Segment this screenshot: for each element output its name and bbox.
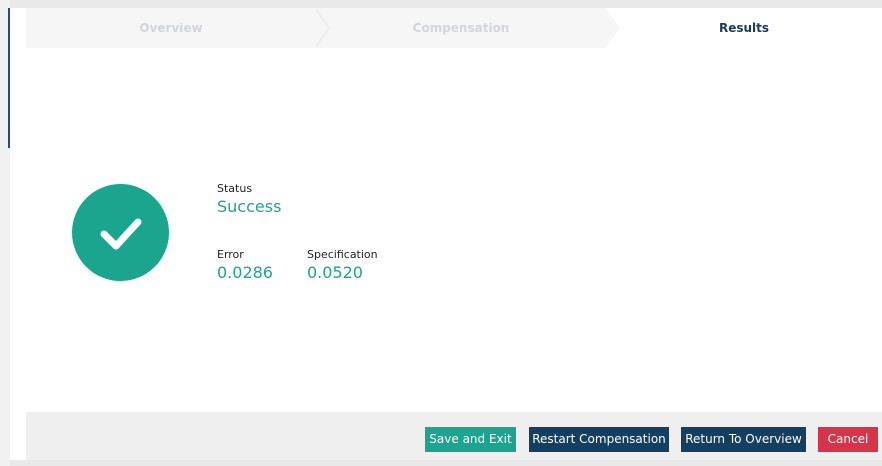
cancel-button[interactable]: Cancel (818, 427, 878, 452)
success-icon (72, 184, 169, 281)
error-value: 0.0286 (217, 263, 273, 282)
specification-label: Specification (307, 248, 378, 261)
step-results[interactable]: Results (606, 8, 882, 48)
app-window: Overview Compensation Results Status Suc… (0, 0, 882, 466)
status-label: Status (217, 182, 253, 195)
specification-value: 0.0520 (307, 263, 363, 282)
checkmark-icon (100, 218, 142, 250)
results-panel: Overview Compensation Results Status Suc… (10, 8, 882, 460)
error-label: Error (217, 248, 244, 261)
step-separator-results (606, 8, 620, 48)
step-overview[interactable]: Overview (26, 8, 316, 48)
wizard-stepper: Overview Compensation Results (26, 8, 882, 48)
return-to-overview-button[interactable]: Return To Overview (681, 427, 806, 452)
status-value: Success (217, 197, 282, 216)
restart-compensation-button[interactable]: Restart Compensation (529, 427, 669, 452)
action-footer: Save and Exit Restart Compensation Retur… (26, 412, 882, 460)
save-and-exit-button[interactable]: Save and Exit (425, 427, 516, 452)
step-compensation[interactable]: Compensation (316, 8, 606, 48)
